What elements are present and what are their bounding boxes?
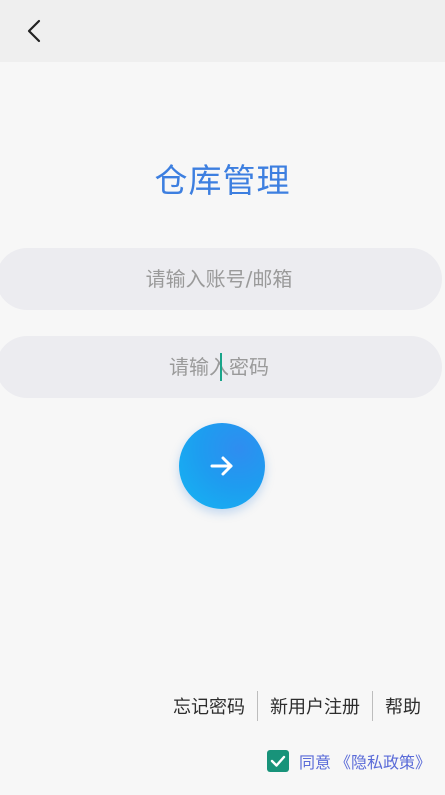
agree-checkbox[interactable] bbox=[266, 750, 289, 772]
text-cursor bbox=[220, 353, 222, 381]
agree-label: 同意 bbox=[298, 753, 331, 772]
back-button[interactable] bbox=[20, 16, 50, 46]
chevron-left-icon bbox=[27, 19, 41, 43]
help-link[interactable]: 帮助 bbox=[373, 693, 433, 719]
account-field-container bbox=[0, 248, 442, 310]
forgot-password-link[interactable]: 忘记密码 bbox=[161, 693, 257, 719]
account-input[interactable] bbox=[0, 248, 442, 310]
footer-links: 忘记密码 新用户注册 帮助 bbox=[161, 690, 433, 722]
check-icon bbox=[270, 755, 286, 767]
register-link[interactable]: 新用户注册 bbox=[258, 693, 372, 719]
privacy-policy-link[interactable]: 《隐私政策》 bbox=[335, 749, 431, 773]
page-title: 仓库管理 bbox=[154, 161, 291, 200]
login-submit-button[interactable] bbox=[179, 423, 265, 509]
arrow-right-icon bbox=[210, 456, 233, 476]
top-bar bbox=[0, 0, 445, 62]
agreement-row: 同意 《隐私政策》 bbox=[266, 748, 431, 774]
